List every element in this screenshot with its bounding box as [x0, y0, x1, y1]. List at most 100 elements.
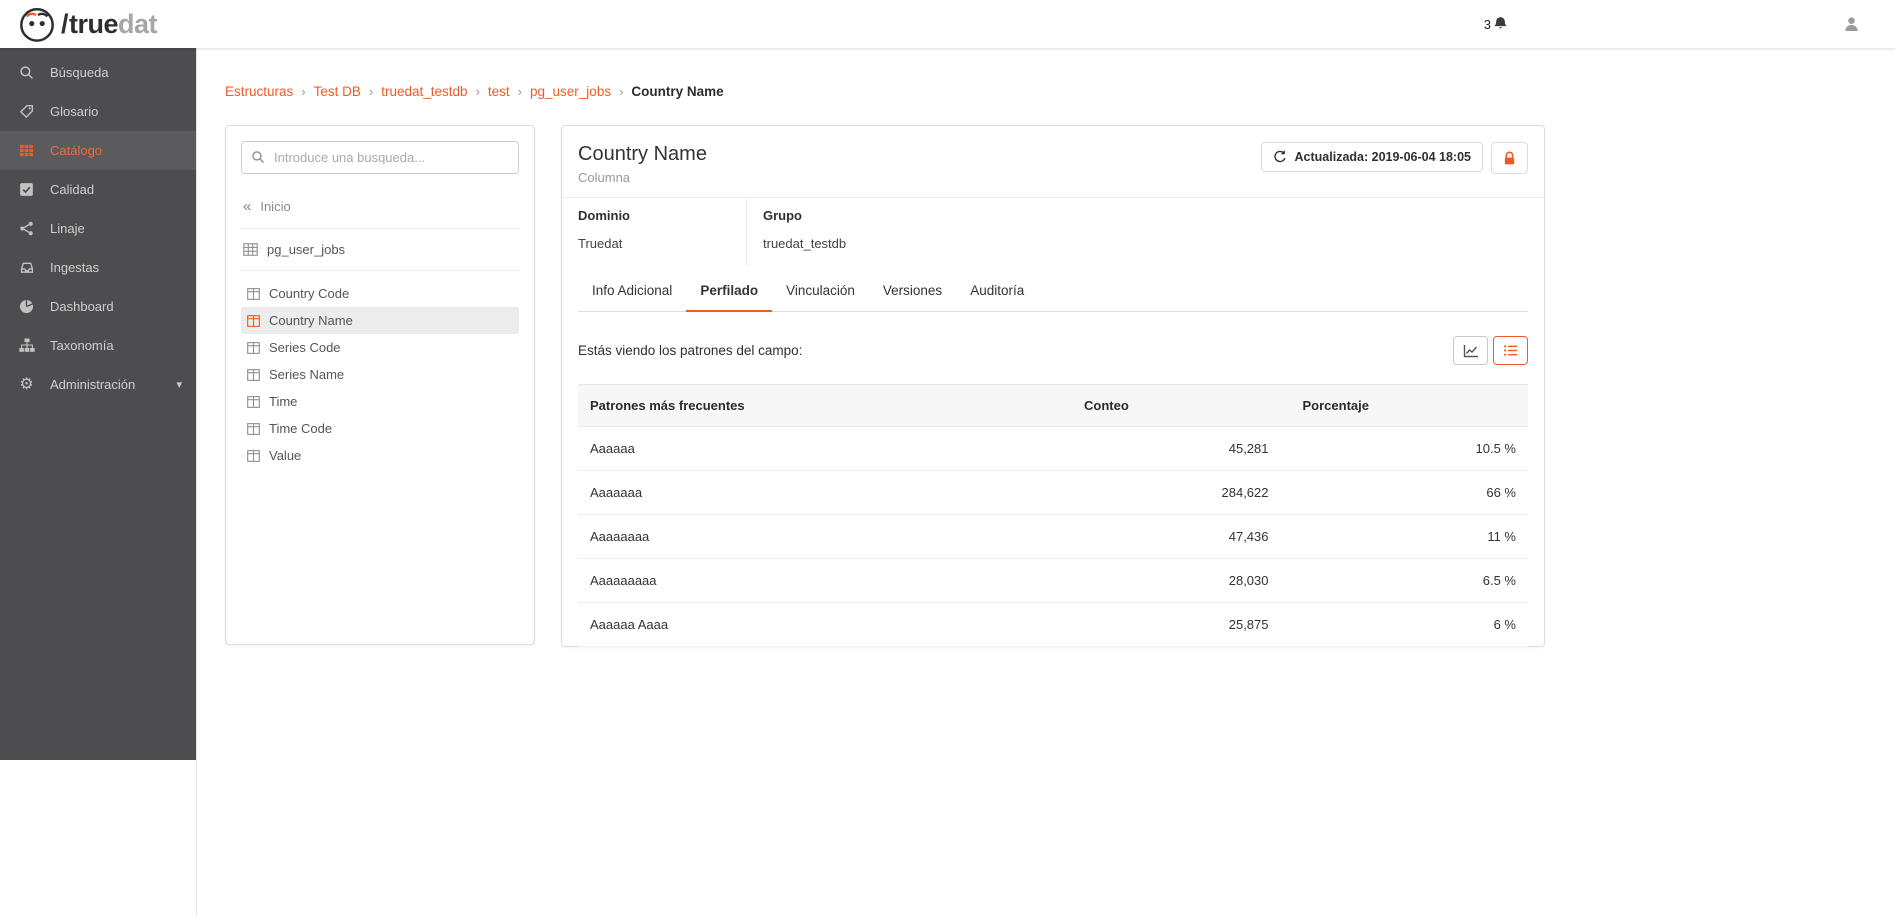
- patterns-table: Patrones más frecuentes Conteo Porcentaj…: [578, 384, 1528, 647]
- breadcrumb: Estructuras › Test DB › truedat_testdb ›…: [225, 84, 1896, 99]
- sidebar-item-catalogo[interactable]: Catálogo: [0, 131, 196, 170]
- column-item-time-code[interactable]: Time Code: [241, 415, 519, 442]
- column-header-patterns: Patrones más frecuentes: [578, 385, 1072, 427]
- column-label: Country Name: [269, 313, 353, 328]
- notification-count-badge: 3: [1484, 17, 1491, 32]
- sidebar-item-taxonomia[interactable]: Taxonomía: [0, 326, 196, 365]
- table-row: Aaaaaa 45,281 10.5 %: [578, 427, 1528, 471]
- field-value: truedat_testdb: [763, 236, 846, 251]
- sidebar-item-linaje[interactable]: Linaje: [0, 209, 196, 248]
- refresh-updated-button[interactable]: Actualizada: 2019-06-04 18:05: [1261, 142, 1483, 172]
- sidebar-item-label: Taxonomía: [50, 338, 114, 353]
- sidebar-item-label: Administración: [50, 377, 135, 392]
- sidebar-item-administracion[interactable]: ⚙ Administración ▾: [0, 365, 196, 404]
- pattern-cell: Aaaaaa: [578, 427, 1072, 471]
- pattern-cell: Aaaaaaaa: [578, 515, 1072, 559]
- column-icon: [247, 288, 260, 300]
- table-row: Aaaaaaaa 47,436 11 %: [578, 515, 1528, 559]
- pattern-cell: Aaaaaa Aaaa: [578, 603, 1072, 647]
- breadcrumb-separator: ›: [619, 84, 623, 99]
- breadcrumb-link-test[interactable]: test: [488, 84, 510, 99]
- breadcrumb-separator: ›: [518, 84, 522, 99]
- tab-perfilado[interactable]: Perfilado: [686, 272, 772, 312]
- breadcrumb-link-testdb[interactable]: Test DB: [314, 84, 361, 99]
- column-item-country-code[interactable]: Country Code: [241, 280, 519, 307]
- breadcrumb-link-estructuras[interactable]: Estructuras: [225, 84, 293, 99]
- sidebar-item-label: Linaje: [50, 221, 85, 236]
- truedat-logo[interactable]: /truedat: [18, 5, 157, 43]
- percentage-cell: 11 %: [1291, 515, 1529, 559]
- count-cell: 25,875: [1072, 603, 1291, 647]
- back-label: Inicio: [260, 199, 290, 214]
- lock-icon: [1502, 151, 1517, 166]
- percentage-cell: 6 %: [1291, 603, 1529, 647]
- sidebar-item-label: Catálogo: [50, 143, 102, 158]
- table-icon: [243, 243, 258, 256]
- pie-chart-icon: [18, 299, 35, 314]
- lock-button[interactable]: [1491, 142, 1528, 174]
- sidebar-item-label: Búsqueda: [50, 65, 109, 80]
- tab-auditoria[interactable]: Auditoría: [956, 272, 1038, 311]
- logo-wordmark: /truedat: [61, 11, 157, 38]
- gear-icon: ⚙: [18, 377, 35, 393]
- structure-tree-panel: « Inicio pg_user_jobs Country Code: [225, 125, 535, 645]
- percentage-cell: 6.5 %: [1291, 559, 1529, 603]
- structure-detail-panel: Country Name Columna Actualizada: 2019-0…: [561, 125, 1545, 647]
- sidebar-item-ingestas[interactable]: Ingestas: [0, 248, 196, 287]
- notifications-button[interactable]: 3: [1484, 16, 1508, 32]
- column-item-country-name[interactable]: Country Name: [241, 307, 519, 334]
- breadcrumb-link-pg-user-jobs[interactable]: pg_user_jobs: [530, 84, 611, 99]
- field-label: Grupo: [763, 208, 846, 223]
- detail-tabs: Info Adicional Perfilado Vinculación Ver…: [578, 272, 1528, 312]
- breadcrumb-link-truedat-testdb[interactable]: truedat_testdb: [381, 84, 467, 99]
- count-cell: 284,622: [1072, 471, 1291, 515]
- percentage-cell: 10.5 %: [1291, 427, 1529, 471]
- breadcrumb-separator: ›: [369, 84, 373, 99]
- sidebar-item-label: Glosario: [50, 104, 98, 119]
- refresh-icon: [1273, 150, 1287, 164]
- back-to-home-link[interactable]: « Inicio: [241, 199, 519, 229]
- column-item-series-name[interactable]: Series Name: [241, 361, 519, 388]
- tab-versiones[interactable]: Versiones: [869, 272, 956, 311]
- view-toggle-group: [1453, 336, 1528, 365]
- column-item-value[interactable]: Value: [241, 442, 519, 469]
- column-label: Time: [269, 394, 297, 409]
- column-list: Country Code Country Name Series Code Se…: [241, 280, 519, 469]
- column-icon: [247, 396, 260, 408]
- search-input[interactable]: [241, 141, 519, 174]
- chart-view-button[interactable]: [1453, 336, 1488, 365]
- sidebar-item-glosario[interactable]: Glosario: [0, 92, 196, 131]
- line-chart-icon: [1463, 344, 1479, 358]
- chevron-down-icon: ▾: [176, 378, 182, 391]
- column-header-conteo: Conteo: [1072, 385, 1291, 427]
- sidebar-item-dashboard[interactable]: Dashboard: [0, 287, 196, 326]
- detail-heading: Country Name Columna: [578, 142, 707, 185]
- column-label: Series Code: [269, 340, 341, 355]
- breadcrumb-separator: ›: [476, 84, 480, 99]
- app-header: /truedat 3: [0, 0, 1896, 48]
- metadata-fields: Dominio Truedat Grupo truedat_testdb: [562, 197, 1544, 266]
- column-item-series-code[interactable]: Series Code: [241, 334, 519, 361]
- column-label: Value: [269, 448, 301, 463]
- table-row: Aaaaaa Aaaa 25,875 6 %: [578, 603, 1528, 647]
- column-label: Series Name: [269, 367, 344, 382]
- column-header-porcentaje: Porcentaje: [1291, 385, 1529, 427]
- sidebar-item-label: Ingestas: [50, 260, 99, 275]
- list-icon: [1503, 344, 1518, 357]
- tree-table-pg-user-jobs[interactable]: pg_user_jobs: [241, 229, 519, 271]
- share-icon: [18, 221, 35, 236]
- patterns-caption: Estás viendo los patrones del campo:: [578, 343, 802, 358]
- column-item-time[interactable]: Time: [241, 388, 519, 415]
- sidebar-item-calidad[interactable]: Calidad: [0, 170, 196, 209]
- user-menu-button[interactable]: [1843, 16, 1860, 33]
- breadcrumb-current: Country Name: [631, 84, 723, 99]
- sidebar-item-label: Calidad: [50, 182, 94, 197]
- sidebar-item-busqueda[interactable]: Búsqueda: [0, 53, 196, 92]
- count-cell: 28,030: [1072, 559, 1291, 603]
- tab-info-adicional[interactable]: Info Adicional: [578, 272, 686, 311]
- tab-vinculacion[interactable]: Vinculación: [772, 272, 869, 311]
- column-label: Country Code: [269, 286, 349, 301]
- column-label: Time Code: [269, 421, 332, 436]
- list-view-button[interactable]: [1493, 336, 1528, 365]
- main-content: Estructuras › Test DB › truedat_testdb ›…: [197, 48, 1896, 916]
